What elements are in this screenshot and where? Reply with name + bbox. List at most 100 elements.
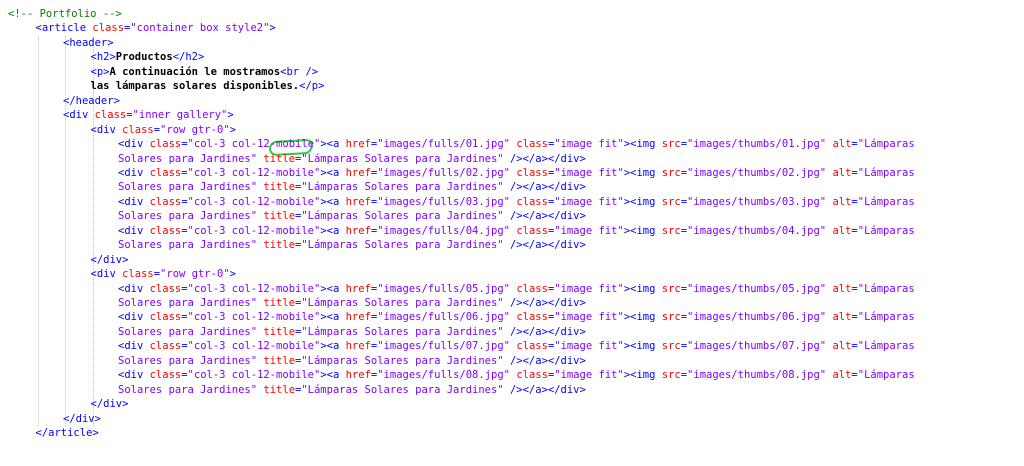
code-token: /></a></div> (503, 181, 586, 194)
code-token: "images/fulls/04.jpg" (377, 224, 510, 237)
code-token: "col-3 col-12-mobile" (187, 138, 321, 151)
code-token: <div (118, 224, 150, 237)
code-token: "container box style2" (130, 22, 270, 35)
code-token: "col-3 col-12-mobile" (187, 195, 321, 208)
code-token: ><img (623, 224, 662, 237)
code-line: <div class="col-3 col-12-mobile"><a href… (118, 224, 915, 238)
code-editor[interactable]: <!-- Portfolio --> <article class="contai… (0, 0, 1024, 466)
code-token: href (345, 138, 371, 151)
code-token: ><img (623, 166, 662, 179)
code-token: href (345, 311, 371, 324)
code-token: "images/fulls/08.jpg" (377, 369, 510, 382)
code-line: <div class="col-3 col-12-mobile"><a href… (118, 310, 915, 324)
code-line: <div class="col-3 col-12-mobile"><a href… (118, 282, 915, 296)
code-line: <div class="col-3 col-12-mobile"><a href… (118, 368, 915, 382)
code-token: "Lámparas (857, 369, 915, 382)
code-line: </header> (63, 94, 120, 108)
code-token: "images/thumbs/05.jpg" (687, 282, 827, 295)
code-token: alt (832, 340, 852, 353)
code-token: class (516, 282, 548, 295)
code-token: class (149, 138, 182, 151)
code-token: alt (832, 166, 852, 179)
code-line: </div> (63, 412, 101, 426)
code-token: class (122, 123, 154, 136)
code-token: ><a (320, 224, 346, 237)
code-token: "Lámparas Solares para Jardines" (301, 297, 504, 309)
code-token: /></a></div> (503, 297, 586, 309)
code-token: "image fit" (554, 311, 624, 324)
code-token: src (661, 138, 681, 151)
code-token: "Lámparas (857, 224, 915, 237)
code-token: title (263, 239, 296, 252)
code-token: alt (832, 195, 852, 208)
code-token: "image fit" (554, 282, 624, 295)
code-token: Solares para Jardines" (118, 325, 258, 338)
code-token: <div (90, 123, 123, 136)
code-token: src (661, 311, 681, 324)
code-token: /></a></div> (503, 383, 586, 396)
code-token: "Lámparas (857, 138, 915, 151)
code-token: Solares para Jardines" (118, 210, 258, 223)
code-token: "image fit" (554, 340, 624, 353)
code-token: "image fit" (554, 369, 624, 382)
code-token: "row gtr-0" (160, 268, 230, 281)
code-line: <div class="inner gallery"> (63, 108, 234, 122)
code-token: "Lámparas (857, 195, 915, 208)
code-token: class (516, 138, 548, 151)
code-token: title (263, 181, 296, 194)
code-token: Solares para Jardines" (118, 239, 258, 252)
code-token: <div (118, 369, 150, 382)
code-token: </p> (299, 80, 325, 93)
code-token: Solares para Jardines" (118, 297, 258, 309)
code-token: class (516, 369, 548, 382)
code-token: class (516, 166, 548, 179)
code-token: "Lámparas Solares para Jardines" (301, 181, 504, 194)
code-line: Solares para Jardines" title="Lámparas S… (118, 354, 586, 368)
code-token: "Lámparas Solares para Jardines" (301, 210, 504, 223)
code-line: Solares para Jardines" title="Lámparas S… (118, 296, 586, 310)
code-token: <br /> (280, 65, 319, 78)
code-token: src (661, 282, 681, 295)
code-token: "images/thumbs/01.jpg" (687, 138, 827, 151)
code-token: "col-3 col-12-mobile" (187, 369, 321, 382)
code-token: title (263, 297, 296, 309)
code-token: "images/fulls/07.jpg" (377, 340, 510, 353)
code-token: ><a (320, 369, 346, 382)
code-token: src (661, 166, 681, 179)
code-token: ><a (320, 138, 346, 151)
code-token: "Lámparas Solares para Jardines" (301, 239, 504, 252)
code-line: Solares para Jardines" title="Lámparas S… (118, 180, 586, 194)
code-token: title (263, 210, 296, 223)
code-line: <div class="row gtr-0"> (91, 267, 236, 281)
code-token: ><img (623, 138, 662, 151)
code-token: ><a (320, 195, 346, 208)
code-token: Solares para Jardines" (118, 354, 258, 367)
code-token: class (516, 340, 548, 353)
code-token: href (345, 340, 371, 353)
code-token: Solares para Jardines" (118, 152, 258, 165)
code-token: <article (35, 22, 93, 35)
code-token: A continuación le mostramos (109, 65, 281, 78)
code-line: Solares para Jardines" title="Lámparas S… (118, 152, 586, 166)
code-token: title (263, 383, 296, 396)
code-line: <div class="col-3 col-12-mobile"><a href… (118, 137, 915, 151)
code-token: Solares para Jardines" (118, 383, 258, 396)
code-line: <div class="col-3 col-12-mobile"><a href… (118, 339, 915, 353)
code-token: las lámparas solares disponibles. (90, 80, 300, 93)
code-token: > (229, 123, 236, 136)
code-token: href (345, 195, 371, 208)
code-token: "images/thumbs/06.jpg" (687, 311, 827, 324)
code-line: Solares para Jardines" title="Lámparas S… (118, 209, 586, 223)
code-token: ><a (320, 340, 346, 353)
code-token: ><a (320, 311, 346, 324)
code-line: <p>A continuación le mostramos<br /> (91, 65, 319, 79)
code-token: ><img (623, 195, 662, 208)
code-token: /></a></div> (503, 354, 586, 367)
code-token: ><img (623, 340, 662, 353)
code-token: "images/fulls/01.jpg" (377, 138, 510, 151)
code-token: Solares para Jardines" (118, 181, 258, 194)
indent-guide (37, 35, 39, 427)
code-token: "Lámparas Solares para Jardines" (301, 383, 504, 396)
code-token: </h2> (172, 51, 205, 64)
code-token: class (149, 224, 182, 237)
